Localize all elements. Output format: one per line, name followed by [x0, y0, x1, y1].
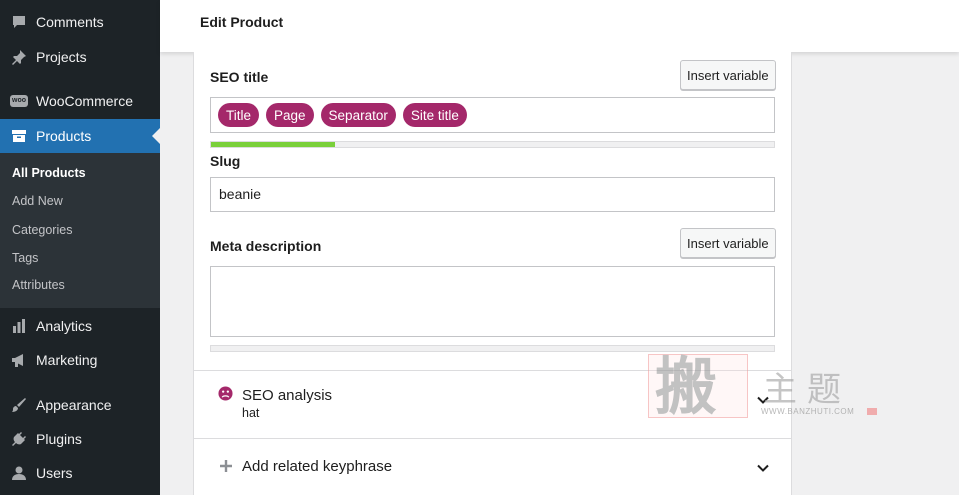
brush-icon: [0, 397, 36, 413]
menu-label: Marketing: [36, 352, 98, 368]
woo-icon: woo: [0, 95, 36, 107]
submenu-tags[interactable]: Tags: [12, 251, 38, 265]
woo-badge: woo: [10, 95, 28, 107]
watermark-dot: [867, 408, 877, 415]
page-title: Edit Product: [200, 14, 284, 30]
menu-projects[interactable]: Projects: [0, 40, 160, 74]
submenu-categories[interactable]: Categories: [12, 223, 72, 237]
archive-icon: [0, 128, 36, 144]
seo-title-progress-fill: [211, 142, 335, 147]
menu-label: Products: [36, 128, 92, 144]
seo-title-chips: Title Page Separator Site title: [218, 103, 467, 127]
seo-analysis-title: SEO analysis: [242, 387, 333, 404]
variable-chip-site-title[interactable]: Site title: [402, 103, 467, 127]
admin-sidebar: Comments Projects woo WooCommerce Produc…: [0, 0, 160, 495]
watermark-url: WWW.BANZHUTI.COM: [761, 407, 855, 416]
slug-label: Slug: [210, 153, 241, 169]
menu-woocommerce[interactable]: woo WooCommerce: [0, 84, 160, 118]
variable-chip-separator[interactable]: Separator: [320, 103, 396, 127]
insert-variable-button-meta[interactable]: Insert variable: [680, 228, 776, 258]
menu-label: Analytics: [36, 318, 93, 334]
menu-analytics[interactable]: Analytics: [0, 309, 160, 343]
menu-comments[interactable]: Comments: [0, 5, 160, 39]
variable-chip-title[interactable]: Title: [218, 103, 260, 127]
menu-label: WooCommerce: [36, 93, 133, 109]
megaphone-icon: [0, 352, 36, 368]
bar-chart-icon: [0, 318, 36, 334]
sad-face-icon: [218, 386, 233, 406]
menu-users[interactable]: Users: [0, 456, 160, 490]
watermark-logo: 搬 主题 WWW.BANZHUTI.COM: [645, 350, 885, 425]
menu-marketing[interactable]: Marketing: [0, 343, 160, 377]
menu-appearance[interactable]: Appearance: [0, 388, 160, 422]
user-icon: [0, 465, 36, 481]
watermark-chars: 主题: [763, 370, 851, 410]
variable-chip-page[interactable]: Page: [266, 103, 314, 127]
plus-icon: [220, 460, 232, 472]
editor-header: Edit Product: [160, 0, 959, 52]
menu-label: Comments: [36, 14, 104, 30]
comment-icon: [0, 14, 36, 30]
seo-title-input[interactable]: Title Page Separator Site title: [210, 97, 775, 133]
menu-label: Users: [36, 465, 73, 481]
meta-description-input[interactable]: [210, 266, 775, 337]
submenu-add-new[interactable]: Add New: [12, 194, 63, 208]
menu-label: Plugins: [36, 431, 82, 447]
chevron-down-icon: [757, 464, 769, 472]
pin-icon: [0, 49, 36, 65]
submenu-all-products[interactable]: All Products: [12, 166, 86, 180]
slug-value: beanie: [219, 186, 262, 202]
meta-description-label: Meta description: [210, 238, 322, 254]
slug-input[interactable]: beanie: [210, 177, 775, 212]
menu-label: Projects: [36, 49, 87, 65]
seo-analysis-keyphrase: hat: [242, 406, 260, 420]
submenu-attributes[interactable]: Attributes: [12, 278, 65, 292]
products-submenu: All Products Add New Categories Tags Att…: [0, 153, 160, 308]
menu-products[interactable]: Products: [0, 119, 160, 153]
insert-variable-button[interactable]: Insert variable: [680, 60, 776, 90]
add-related-keyphrase-title: Add related keyphrase: [242, 458, 393, 475]
menu-plugins[interactable]: Plugins: [0, 422, 160, 456]
seo-title-progress: [210, 141, 775, 148]
seo-panel: SEO title Insert variable Title Page Sep…: [193, 52, 792, 495]
menu-label: Appearance: [36, 397, 112, 413]
seo-title-label: SEO title: [210, 69, 269, 85]
plug-icon: [0, 431, 36, 447]
add-related-keyphrase-toggle[interactable]: Add related keyphrase: [194, 439, 791, 495]
watermark-big-char: 搬: [655, 350, 718, 423]
